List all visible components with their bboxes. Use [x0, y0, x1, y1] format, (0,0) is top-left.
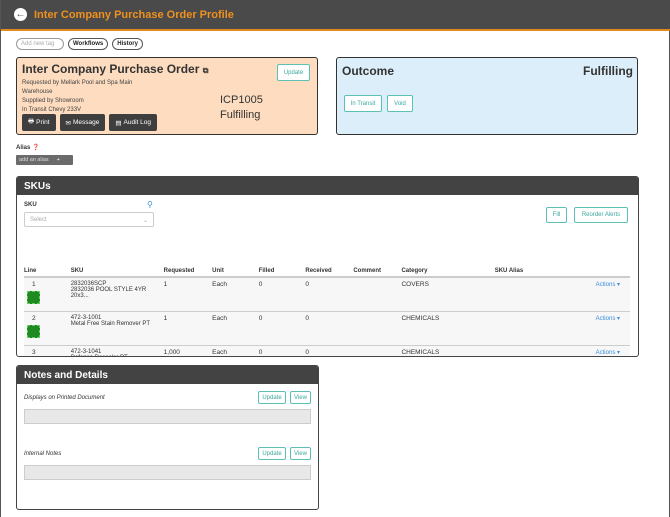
- comment: [353, 345, 402, 356]
- requested: 1: [163, 277, 213, 312]
- stock-status-icon: [27, 324, 40, 338]
- line-number: 3: [32, 348, 36, 356]
- sku-alias: [494, 345, 558, 356]
- printed-notes-field[interactable]: [24, 409, 311, 424]
- print-label: Print: [36, 119, 50, 126]
- skus-title: SKUs: [17, 177, 638, 195]
- internal-view-button[interactable]: View: [290, 447, 311, 460]
- sku-select[interactable]: Select ⌄: [24, 212, 154, 227]
- unit: Each: [212, 345, 259, 356]
- skus-table: Line SKU Requested Unit Filled Received Commen…: [24, 268, 630, 357]
- order-number: ICP1005: [220, 94, 263, 106]
- line-number: 1: [32, 281, 36, 288]
- sku-alias: [494, 277, 558, 312]
- add-alias-button[interactable]: add an alias +: [16, 155, 73, 165]
- received: 0: [305, 311, 354, 346]
- unit: Each: [212, 311, 259, 346]
- outcome-title: Outcome: [342, 64, 395, 78]
- column-header: Category: [401, 268, 495, 278]
- outcome-status: Fulfilling: [583, 64, 633, 78]
- table-row: 1 2832036SCP 2832036 POOL STYLE 4YR 20x3.…: [24, 277, 630, 312]
- sku-label: SKU: [24, 202, 37, 208]
- search-icon[interactable]: ⚲: [147, 200, 153, 209]
- table-row: 2 472-3-1001 Metal Free Stain Remover PT …: [24, 311, 630, 346]
- sku-description: Defense Descaler PT: [71, 355, 164, 357]
- sku-description: 2832036 POOL STYLE 4YR 20x3...: [70, 287, 147, 299]
- sku-description: Metal Free Stain Remover PT: [70, 320, 151, 327]
- internal-update-button[interactable]: Update: [258, 447, 286, 460]
- filled: 0: [258, 277, 306, 312]
- requested: 1,000: [163, 345, 213, 356]
- comment: [353, 277, 402, 312]
- add-alias-label: add an alias: [19, 157, 49, 163]
- history-button[interactable]: History: [112, 38, 143, 50]
- internal-notes-field[interactable]: [24, 465, 311, 480]
- back-icon[interactable]: ←: [14, 8, 27, 21]
- column-header: Filled: [258, 268, 306, 278]
- fill-button[interactable]: Fill: [546, 207, 567, 223]
- alias-label: Alias: [16, 145, 31, 151]
- internal-notes-label: Internal Notes: [24, 451, 62, 457]
- in-transit-button[interactable]: In Transit: [344, 95, 382, 112]
- help-icon[interactable]: ❓: [32, 145, 39, 151]
- audit-log-button[interactable]: ▤ Audit Log: [109, 114, 157, 131]
- column-header: Comment: [353, 268, 402, 278]
- printed-update-button[interactable]: Update: [258, 391, 286, 404]
- line-number: 2: [32, 314, 36, 322]
- table-row: 3 472-3-1041Defense Descaler PT 1,000 Ea…: [24, 345, 630, 357]
- received: 0: [305, 345, 354, 356]
- column-header: Requested: [163, 268, 213, 278]
- column-header: Line: [24, 268, 71, 278]
- column-header: SKU Alias: [494, 268, 558, 278]
- requested-by: Requested by Mellark Pool and Spa Main: [22, 80, 133, 86]
- order-status: Fulfilling: [220, 109, 261, 121]
- document-icon: ▤: [115, 119, 122, 127]
- update-button[interactable]: Update: [277, 64, 310, 81]
- actions-dropdown[interactable]: Actions ▾: [596, 316, 620, 322]
- chevron-down-icon: ⌄: [142, 218, 148, 224]
- column-header: Received: [305, 268, 354, 278]
- category: COVERS: [401, 277, 495, 312]
- actions-dropdown[interactable]: Actions ▾: [596, 282, 620, 288]
- header-bar: ← Inter Company Purchase Order Profile: [1, 0, 670, 31]
- received: 0: [305, 277, 354, 312]
- filled: 0: [258, 311, 306, 346]
- workflows-button[interactable]: Workflows: [68, 38, 109, 50]
- category: CHEMICALS: [401, 345, 495, 356]
- plus-icon: +: [56, 157, 60, 163]
- actions-dropdown[interactable]: Actions ▾: [596, 350, 620, 356]
- notes-title: Notes and Details: [17, 366, 318, 384]
- message-button[interactable]: ✉ Message: [59, 114, 106, 131]
- notes-panel: Notes and Details Displays on Printed Do…: [16, 365, 319, 510]
- column-header: SKU: [70, 268, 164, 278]
- order-title: Inter Company Purchase Order: [22, 62, 200, 76]
- category: CHEMICALS: [401, 311, 495, 346]
- outcome-card: Outcome Fulfilling In Transit Void: [336, 57, 638, 135]
- print-icon: 🖶: [28, 118, 35, 125]
- comment: [353, 311, 402, 346]
- column-header: Unit: [212, 268, 259, 278]
- select-placeholder: Select: [30, 217, 47, 223]
- unit: Each: [212, 277, 259, 312]
- printed-view-button[interactable]: View: [290, 391, 311, 404]
- reorder-alerts-button[interactable]: Reorder Alerts: [574, 207, 628, 223]
- page-title: Inter Company Purchase Order Profile: [34, 8, 234, 21]
- stock-status-icon: [27, 291, 40, 304]
- envelope-icon: ✉: [65, 119, 71, 127]
- requested: 1: [163, 311, 213, 346]
- message-label: Message: [72, 119, 100, 126]
- order-card: Inter Company Purchase Order ⧉ Requested…: [16, 57, 318, 135]
- print-button[interactable]: 🖶 Print: [22, 114, 56, 131]
- audit-log-label: Audit Log: [123, 119, 151, 126]
- sku-alias: [494, 311, 558, 346]
- copy-icon[interactable]: ⧉: [203, 66, 209, 75]
- requested-by-cont: Warehouse: [22, 89, 53, 95]
- supplied-by: Supplied by Showroom: [22, 98, 84, 104]
- printed-doc-label: Displays on Printed Document: [24, 395, 105, 401]
- column-header: [557, 268, 630, 278]
- tag-input[interactable]: Add new tag: [16, 38, 64, 50]
- filled: 0: [258, 345, 306, 356]
- void-button[interactable]: Void: [387, 95, 413, 112]
- skus-panel: SKUs SKU ⚲ Select ⌄ Fill Reorder Alerts L…: [16, 176, 639, 357]
